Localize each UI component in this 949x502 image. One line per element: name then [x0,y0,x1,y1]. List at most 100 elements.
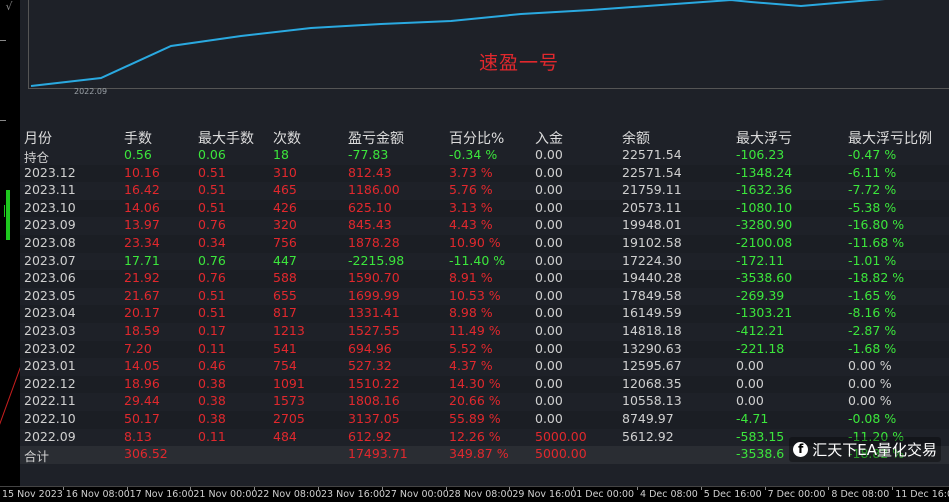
table-cell: 0.51 [198,287,226,303]
table-cell: 0.17 [198,322,226,338]
table-cell: 310 [273,164,297,180]
table-cell: 1331.41 [348,305,400,321]
time-axis-label: 1 Dec 00:00 [576,489,635,500]
table-row: 2022.11 29.44 0.38 1573 1808.16 20.66 % 0.00 10… [20,393,949,411]
table-row: 2023.02 7.20 0.11 541 694.96 5.52 % 0.00 13290.… [20,340,949,359]
table-cell: 484 [273,428,297,444]
table-cell: 8749.97 [622,410,674,426]
time-axis-label: 21 Nov 00:00 [193,489,258,500]
table-cell: 18 [273,147,289,162]
table-cell: 1213 [273,322,305,338]
table-cell: -172.11 [736,252,785,268]
axis-tick [126,487,128,490]
table-cell: -1.01 % [848,252,897,268]
axis-tick [190,487,192,490]
table-cell: 0.00 [535,270,563,286]
table-cell: -1080.10 [736,199,793,215]
table-cell: 14818.18 [622,322,682,338]
table-cell: 0.00 [535,375,563,391]
axis-tick [573,487,575,490]
checkmark-icon: √ [5,0,13,13]
table-cell: 655 [273,287,297,303]
table-cell: 1878.28 [348,234,400,250]
header-trades: 次数 [273,131,301,147]
table-row: 2023.08 23.34 0.34 756 1878.28 10.90 % 0.00 191… [20,234,949,253]
table-cell: 0.46 [198,358,226,374]
table-cell: -3280.90 [736,217,793,233]
table-cell: -77.83 [348,147,389,162]
table-cell: 18.59 [124,322,160,338]
time-axis-label: 23 Nov 16:00 [321,489,386,500]
table-cell: 0.51 [198,199,226,215]
table-cell: 754 [273,358,297,374]
table-cell: -2.87 % [848,322,897,338]
table-cell: -106.23 [736,147,785,162]
table-cell: -8.16 % [848,305,897,321]
table-cell: 625.10 [348,199,392,215]
table-cell: 11.49 % [449,322,501,338]
table-cell: 0.56 [124,147,152,162]
axis-tick [828,487,830,490]
time-axis-label: 4 Dec 08:00 [640,489,698,500]
axis-tick [254,487,256,490]
table-row: 2023.09 13.97 0.76 320 845.43 4.43 % 0.00 19948… [20,217,949,235]
table-cell: 14.30 % [449,375,501,391]
header-pnl: 盈亏金额 [348,131,404,147]
table-cell: -4.71 [736,410,769,426]
table-cell: 0.00 [736,358,764,374]
axis-tick [381,487,383,490]
table-cell: 2023.09 [24,217,76,233]
table-cell: -1.68 % [848,340,897,356]
table-cell: 12.26 % [449,428,501,444]
table-cell: 0.11 [198,428,226,444]
header-max-drawdown: 最大浮亏 [736,131,792,147]
table-cell: 588 [273,270,297,286]
table-cell: 0.38 [198,410,226,426]
table-cell: 817 [273,305,297,321]
table-cell: 50.17 [124,410,160,426]
left-chart-strip: √ [0,0,33,486]
table-cell: 0.00 % [848,375,892,391]
table-cell: 21.92 [124,270,160,286]
table-cell: 2022.11 [24,393,76,409]
table-cell: 0.76 [198,270,226,286]
total-cell: -3538.6 [736,446,785,462]
table-cell: 7.20 [124,340,152,356]
table-cell: 2023.02 [24,340,76,356]
axis-tick [62,487,64,490]
table-cell: 0.76 [198,217,226,233]
table-cell: 0.00 % [848,393,892,409]
table-row: 2023.06 21.92 0.76 588 1590.70 8.91 % 0.00 1944… [20,270,949,288]
table-cell: 19102.58 [622,234,682,250]
facebook-icon: f [793,442,809,457]
table-cell: 0.51 [198,182,226,198]
table-cell: 14.05 [124,358,160,374]
header-percent: 百分比% [449,131,505,147]
table-cell: 0.00 [535,164,563,180]
header-max-lots: 最大手数 [198,131,254,147]
table-cell: 527.32 [348,358,392,374]
axis-tick [764,487,766,490]
table-body: 持仓 0.56 0.06 18 -77.83 -0.34 % 0.00 22571.54 -10… [20,147,949,464]
equity-chart: 速盈一号 2022.09 [28,0,949,96]
table-cell: 0.00 % [848,358,892,374]
table-row: 2022.12 18.96 0.38 1091 1510.22 14.30 % 0.00 12… [20,375,949,394]
table-row: 2023.05 21.67 0.51 655 1699.99 10.53 % 0.00 178… [20,288,949,306]
table-cell: 2023.04 [24,305,76,321]
table-row: 2023.12 10.16 0.51 310 812.43 3.73 % 0.00 22571… [20,164,949,183]
table-row: 2023.11 16.42 0.51 465 1186.00 5.76 % 0.00 2175… [20,182,949,200]
table-cell: 2022.10 [24,410,76,426]
table-cell: -18.82 % [848,270,905,286]
table-cell: 2023.07 [24,252,76,268]
table-cell: -412.21 [736,322,785,338]
table-cell: 2023.11 [24,182,76,198]
table-cell: 13290.63 [622,340,682,356]
table-cell: 0.06 [198,147,226,162]
table-cell: 3137.05 [348,410,400,426]
table-cell: 20.17 [124,305,160,321]
chart-x-label: 2022.09 [74,87,108,96]
price-tick [0,120,6,121]
header-lots: 手数 [124,131,152,147]
table-cell: 0.00 [535,147,563,162]
header-max-drawdown-ratio: 最大浮亏比例 [848,131,932,147]
